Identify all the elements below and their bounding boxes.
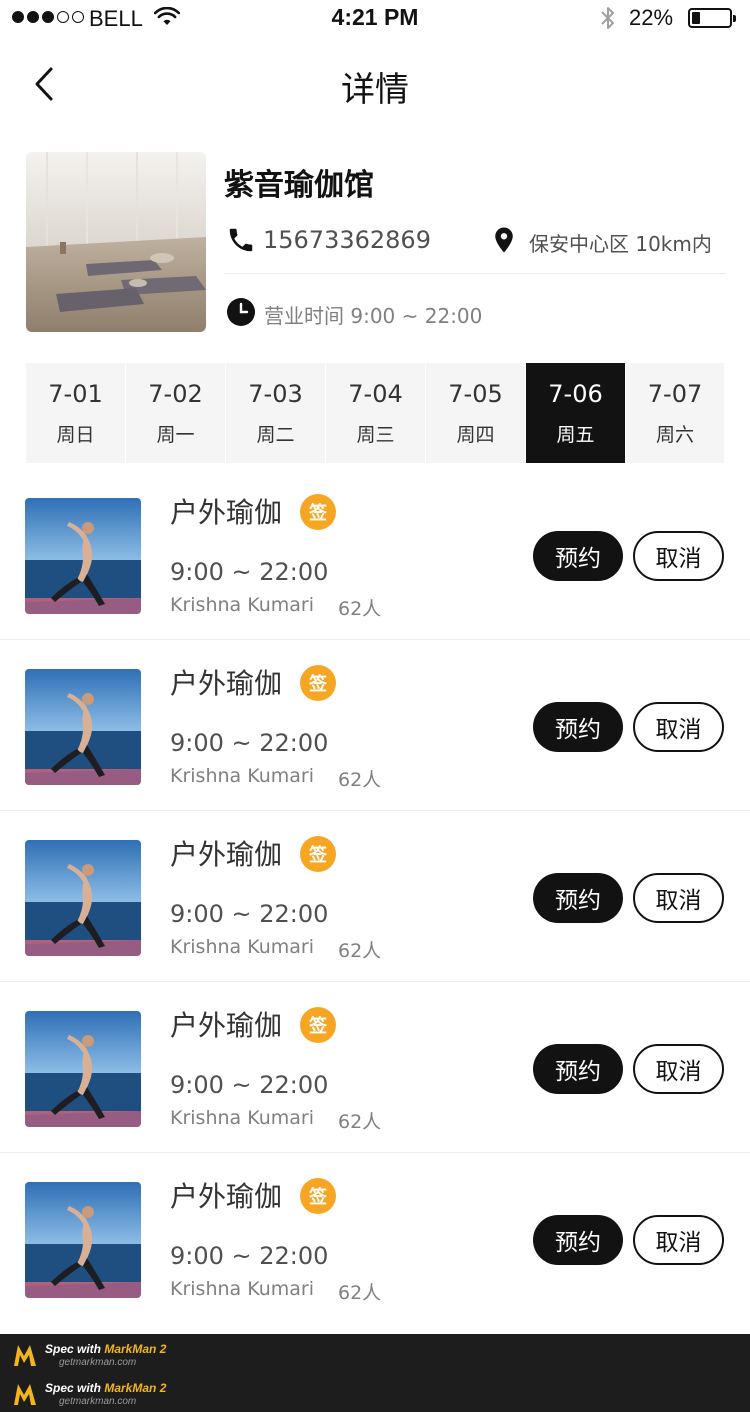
venue-hours: 营业时间 9:00 ~ 22:00: [264, 304, 483, 328]
sign-in-badge-icon: 签: [300, 836, 336, 872]
markman-logo-icon: [14, 1384, 36, 1405]
venue-name: 紫音瑜伽馆: [224, 168, 374, 203]
sign-in-badge-icon: 签: [300, 665, 336, 701]
battery-percentage: 22%: [629, 5, 674, 30]
venue-photo: [26, 152, 206, 332]
date-tab-weekday: 周五: [556, 424, 595, 446]
class-capacity: 62人: [338, 1282, 382, 1304]
watermark-entry: Spec with MarkMan 2 getmarkman.com: [12, 1340, 166, 1370]
class-row: 户外瑜伽签 9:00 ~ 22:00 Krishna Kumari 62人 预约 取消: [0, 469, 750, 640]
class-capacity: 62人: [338, 598, 382, 620]
phone-icon: [229, 228, 253, 252]
page-title: 详情: [341, 70, 409, 110]
class-capacity: 62人: [338, 940, 382, 962]
class-thumbnail: [25, 498, 141, 614]
book-button[interactable]: 预约: [533, 1215, 623, 1265]
date-tab-date: 7-02: [148, 380, 203, 408]
date-tabs: 7-01 周日 7-02 周一 7-03 周二 7-04 周三 7-05 周四 7-06 周五 7-07…: [26, 363, 724, 463]
class-teacher: Krishna Kumari: [170, 936, 315, 958]
watermark-line1: Spec with MarkMan 2: [45, 1341, 167, 1356]
class-name: 户外瑜伽: [170, 1009, 283, 1042]
book-button[interactable]: 预约: [533, 1044, 623, 1094]
class-row: 户外瑜伽签 9:00 ~ 22:00 Krishna Kumari 62人 预约 取消: [0, 982, 750, 1153]
nav-bar: 详情: [0, 40, 750, 128]
class-teacher: Krishna Kumari: [170, 594, 315, 616]
book-button[interactable]: 预约: [533, 873, 623, 923]
class-time: 9:00 ~ 22:00: [170, 900, 329, 928]
cancel-button[interactable]: 取消: [633, 531, 724, 581]
battery-icon: [688, 8, 736, 28]
date-tab[interactable]: 7-05 周四: [426, 363, 526, 463]
markman-watermark: Spec with MarkMan 2 getmarkman.com Spec …: [0, 1334, 750, 1412]
sign-in-badge-icon: 签: [300, 1178, 336, 1214]
class-time: 9:00 ~ 22:00: [170, 729, 329, 757]
class-name: 户外瑜伽: [170, 496, 283, 529]
class-time: 9:00 ~ 22:00: [170, 1242, 329, 1270]
date-tab-weekday: 周一: [156, 424, 195, 446]
sign-in-badge-icon: 签: [300, 494, 336, 530]
date-tab-weekday: 周三: [356, 424, 395, 446]
divider: [224, 273, 726, 274]
status-bar: BELL 4:21 PM 22%: [0, 0, 750, 40]
date-tab-date: 7-07: [647, 380, 703, 408]
class-capacity: 62人: [338, 1111, 382, 1133]
class-name: 户外瑜伽: [170, 838, 283, 871]
cancel-button[interactable]: 取消: [633, 1044, 724, 1094]
battery-level: [692, 12, 700, 24]
date-tab[interactable]: 7-04 周三: [326, 363, 426, 463]
class-thumbnail: [25, 1182, 141, 1298]
venue-address[interactable]: 保安中心区 10km内: [529, 228, 712, 257]
class-name: 户外瑜伽: [170, 667, 283, 700]
watermark-entry: Spec with MarkMan 2 getmarkman.com: [12, 1379, 166, 1409]
bluetooth-icon: [601, 7, 614, 29]
class-row: 户外瑜伽签 9:00 ~ 22:00 Krishna Kumari 62人 预约 取消: [0, 811, 750, 982]
class-thumbnail: [25, 669, 141, 785]
book-button[interactable]: 预约: [533, 531, 623, 581]
date-tab-weekday: 周六: [655, 424, 694, 446]
class-row: 户外瑜伽签 9:00 ~ 22:00 Krishna Kumari 62人 预约 取消: [0, 640, 750, 811]
date-tab[interactable]: 7-06 周五: [526, 363, 626, 463]
class-thumbnail: [25, 1011, 141, 1127]
clock-icon: [227, 298, 255, 326]
date-tab-date: 7-04: [348, 380, 403, 408]
class-time: 9:00 ~ 22:00: [170, 558, 329, 586]
date-tab[interactable]: 7-02 周一: [126, 363, 226, 463]
cancel-button[interactable]: 取消: [633, 1215, 724, 1265]
book-button[interactable]: 预约: [533, 702, 623, 752]
date-tab-date: 7-06: [548, 380, 603, 408]
date-tab-date: 7-05: [448, 380, 503, 408]
cancel-button[interactable]: 取消: [633, 702, 724, 752]
class-teacher: Krishna Kumari: [170, 1278, 315, 1300]
date-tab-weekday: 周日: [56, 424, 95, 446]
date-tab[interactable]: 7-07 周六: [626, 363, 724, 463]
class-time: 9:00 ~ 22:00: [170, 1071, 329, 1099]
date-tab-date: 7-01: [48, 380, 103, 408]
battery-cap: [733, 15, 736, 22]
watermark-line2: getmarkman.com: [59, 1395, 137, 1407]
class-teacher: Krishna Kumari: [170, 1107, 315, 1129]
watermark-line2: getmarkman.com: [59, 1356, 137, 1368]
class-row: 户外瑜伽签 9:00 ~ 22:00 Krishna Kumari 62人 预约 取消: [0, 1153, 750, 1324]
date-tab-weekday: 周四: [456, 424, 495, 446]
location-pin-icon: [495, 227, 513, 253]
date-tab[interactable]: 7-03 周二: [226, 363, 326, 463]
date-tab[interactable]: 7-01 周日: [26, 363, 126, 463]
class-capacity: 62人: [338, 769, 382, 791]
class-thumbnail: [25, 840, 141, 956]
watermark-line1: Spec with MarkMan 2: [45, 1380, 167, 1395]
sign-in-badge-icon: 签: [300, 1007, 336, 1043]
venue-phone[interactable]: 15673362869: [263, 226, 431, 254]
class-name: 户外瑜伽: [170, 1180, 283, 1213]
class-teacher: Krishna Kumari: [170, 765, 315, 787]
date-tab-weekday: 周二: [256, 424, 295, 446]
venue-header: 紫音瑜伽馆 15673362869 保安中心区 10km内 营业时间 9:00 …: [0, 152, 750, 334]
date-tab-date: 7-03: [248, 380, 303, 408]
class-list: 户外瑜伽签 9:00 ~ 22:00 Krishna Kumari 62人 预约 取消 户外…: [0, 469, 750, 1324]
markman-logo-icon: [14, 1345, 36, 1366]
cancel-button[interactable]: 取消: [633, 873, 724, 923]
